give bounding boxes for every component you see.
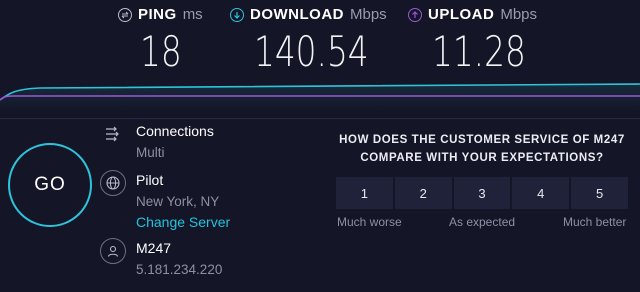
server-name: Pilot	[136, 172, 164, 188]
go-button[interactable]: GO	[8, 143, 92, 227]
change-server-link[interactable]: Change Server	[136, 212, 230, 233]
upload-unit: Mbps	[500, 6, 538, 23]
download-header: DOWNLOAD Mbps	[230, 6, 401, 23]
ping-icon	[118, 7, 132, 22]
divider	[0, 118, 640, 119]
rating-option-1[interactable]: 1	[336, 177, 393, 209]
scale-high-label: Much better	[563, 215, 627, 229]
upload-icon	[408, 7, 422, 22]
globe-icon	[100, 170, 126, 196]
ping-value: 18	[140, 27, 182, 76]
upload-metric: UPLOAD Mbps 11.28	[408, 6, 552, 73]
ping-header: PING ms	[118, 6, 203, 23]
survey-question: HOW DOES THE CUSTOMER SERVICE OF M247 CO…	[336, 131, 628, 167]
user-icon	[100, 238, 126, 264]
go-button-label: GO	[34, 174, 66, 195]
ping-label: PING	[138, 6, 177, 23]
server-info: Pilot New York, NY Change Server	[100, 170, 230, 233]
host-name: M247	[136, 240, 172, 256]
connections-value: Multi	[136, 145, 165, 160]
download-label: DOWNLOAD	[250, 6, 344, 23]
rating-option-2[interactable]: 2	[394, 177, 452, 209]
scale-low-label: Much worse	[337, 215, 402, 229]
survey-question-line1: HOW DOES THE CUSTOMER SERVICE OF M247	[339, 134, 625, 146]
rating-option-3[interactable]: 3	[453, 177, 511, 209]
download-metric: DOWNLOAD Mbps 140.54	[230, 6, 401, 73]
ping-unit: ms	[182, 6, 203, 23]
connections-icon	[100, 121, 126, 147]
download-value: 140.54	[254, 27, 369, 76]
upload-value: 11.28	[432, 27, 526, 76]
survey-question-line2: COMPARE WITH YOUR EXPECTATIONS?	[360, 152, 604, 164]
connections-title: Connections	[136, 123, 214, 139]
rating-option-5[interactable]: 5	[571, 177, 628, 209]
ping-metric: PING ms 18	[118, 6, 203, 73]
scale-mid-label: As expected	[449, 215, 516, 229]
rating-scale: 1 2 3 4 5	[336, 177, 628, 209]
upload-header: UPLOAD Mbps	[408, 6, 552, 23]
speed-graph	[0, 83, 640, 112]
rating-option-4[interactable]: 4	[512, 177, 570, 209]
server-location: New York, NY	[136, 194, 220, 209]
host-ip: 5.181.234.220	[136, 262, 223, 277]
download-unit: Mbps	[350, 6, 387, 23]
download-icon	[230, 7, 244, 22]
host-info: M247 5.181.234.220	[100, 238, 222, 280]
connections-info: Connections Multi	[100, 121, 214, 163]
upload-label: UPLOAD	[428, 6, 495, 23]
